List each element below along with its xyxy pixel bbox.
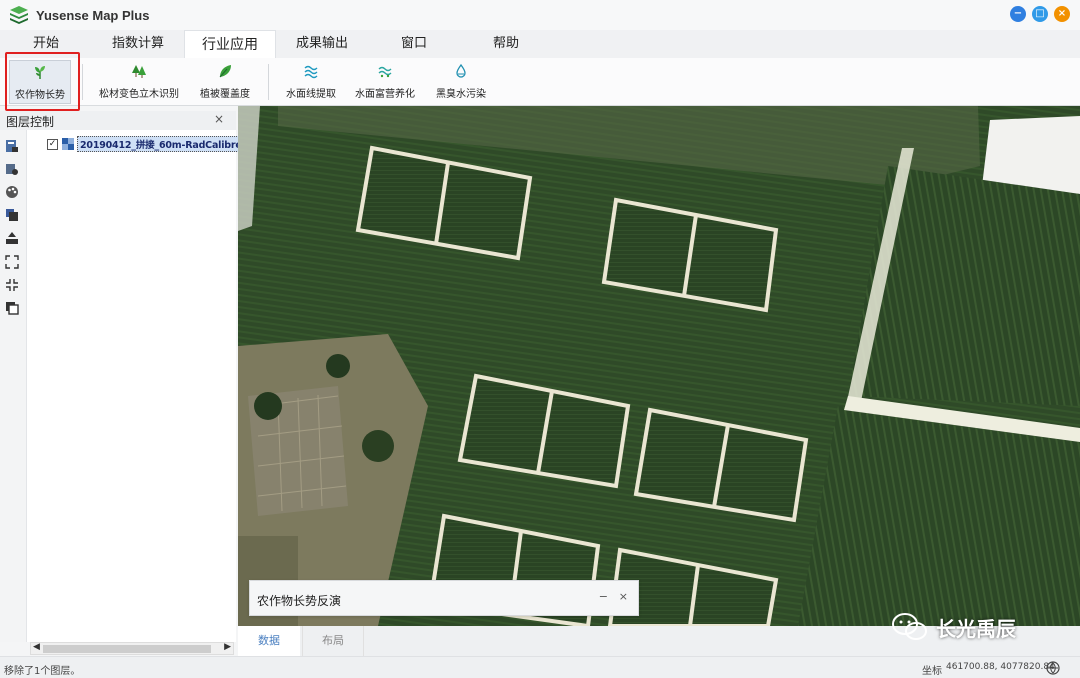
- tab-layout[interactable]: 布局: [302, 626, 364, 656]
- app-title: Yusense Map Plus: [36, 7, 150, 23]
- layer-tree-horizontal-scrollbar[interactable]: ◀ ▶: [30, 642, 234, 655]
- minimize-button[interactable]: −: [1010, 6, 1026, 22]
- layer-panel-header: 图层控制 ×: [0, 111, 236, 130]
- projection-icon[interactable]: [1046, 661, 1060, 675]
- vegetation-cover-button[interactable]: 植被覆盖度: [194, 60, 256, 104]
- tab-data[interactable]: 数据: [238, 626, 300, 656]
- layer-panel-title: 图层控制: [6, 115, 55, 129]
- coordinate-value: 461700.88, 4077820.84: [946, 662, 1055, 672]
- app-window: Yusense Map Plus − □ × 开始 指数计算 行业应用 成果输出…: [0, 0, 1080, 678]
- layer-tool-column: [0, 130, 26, 642]
- pine-tree-icon: [130, 62, 148, 80]
- scroll-left-icon[interactable]: ◀: [33, 642, 40, 652]
- wechat-icon: [892, 613, 927, 640]
- float-panel-close-button[interactable]: ×: [619, 590, 628, 603]
- water-pollution-icon: [452, 62, 470, 80]
- maximize-button[interactable]: □: [1032, 6, 1048, 22]
- map-view[interactable]: [238, 106, 1080, 626]
- ribbon-separator: [82, 64, 83, 100]
- upload-icon[interactable]: [4, 230, 20, 246]
- close-button[interactable]: ×: [1054, 6, 1070, 22]
- layer-name: 20190412_拼接_60m-RadCalibreati: [77, 136, 239, 152]
- leaf-icon: [216, 62, 234, 80]
- crop-growth-inversion-panel[interactable]: 农作物长势反演 − ×: [249, 580, 639, 616]
- overlay-icon[interactable]: [4, 300, 20, 316]
- layer-item[interactable]: ✓ 20190412_拼接_60m-RadCalibreati: [47, 136, 239, 152]
- eutrophication-label: 水面富营养化: [355, 89, 415, 100]
- vegetation-cover-label: 植被覆盖度: [200, 89, 250, 100]
- float-panel-minimize-button[interactable]: −: [599, 590, 608, 603]
- tab-index-calc[interactable]: 指数计算: [100, 30, 176, 58]
- water-line-icon: [302, 62, 320, 80]
- ribbon-toolbar: 农作物长势 松材变色立木识别 植被覆盖度 水面线提取 水面富营养化 黑臭水污染: [0, 58, 1080, 106]
- water-eutrophication-icon: [376, 62, 394, 80]
- satellite-image: [238, 106, 1080, 626]
- waterline-extract-button[interactable]: 水面线提取: [280, 60, 342, 104]
- copy-layer-icon[interactable]: [4, 207, 20, 223]
- raster-layer-icon: [62, 138, 74, 150]
- scroll-right-icon[interactable]: ▶: [224, 642, 231, 652]
- ribbon-separator: [268, 64, 269, 100]
- layer-panel-close-button[interactable]: ×: [214, 112, 224, 126]
- tab-industry-apps[interactable]: 行业应用: [184, 30, 276, 58]
- layer-visibility-checkbox[interactable]: ✓: [47, 138, 58, 150]
- add-layer-icon[interactable]: [4, 161, 20, 177]
- coordinate-label: 坐标: [922, 666, 942, 677]
- highlight-box: [5, 52, 80, 111]
- pine-discoloration-button[interactable]: 松材变色立木识别: [96, 60, 182, 104]
- watermark-text: 长光禹辰: [936, 616, 1016, 641]
- black-odor-water-button[interactable]: 黑臭水污染: [430, 60, 492, 104]
- menu-bar: 开始 指数计算 行业应用 成果输出 窗口 帮助: [0, 30, 1080, 58]
- eutrophication-button[interactable]: 水面富营养化: [352, 60, 418, 104]
- add-data-icon[interactable]: [4, 138, 20, 154]
- float-panel-title: 农作物长势反演: [257, 594, 342, 608]
- black-odor-water-label: 黑臭水污染: [436, 89, 486, 100]
- title-bar: Yusense Map Plus − □ ×: [0, 0, 1080, 30]
- app-logo-icon: [10, 6, 28, 24]
- pine-discoloration-label: 松材变色立木识别: [99, 89, 179, 100]
- waterline-extract-label: 水面线提取: [286, 89, 336, 100]
- full-extent-icon[interactable]: [4, 254, 20, 270]
- tab-window[interactable]: 窗口: [384, 30, 444, 58]
- watermark: 长光禹辰: [890, 612, 1016, 642]
- tab-output[interactable]: 成果输出: [284, 30, 360, 58]
- layer-tree: ✓ 20190412_拼接_60m-RadCalibreati: [26, 130, 239, 642]
- zoom-extent-icon[interactable]: [4, 277, 20, 293]
- status-bar: 移除了1个图层。 坐标 461700.88, 4077820.84: [0, 656, 1080, 678]
- status-message: 移除了1个图层。: [4, 666, 81, 677]
- palette-icon[interactable]: [4, 184, 20, 200]
- tab-help[interactable]: 帮助: [476, 30, 536, 58]
- scroll-thumb[interactable]: [43, 645, 211, 653]
